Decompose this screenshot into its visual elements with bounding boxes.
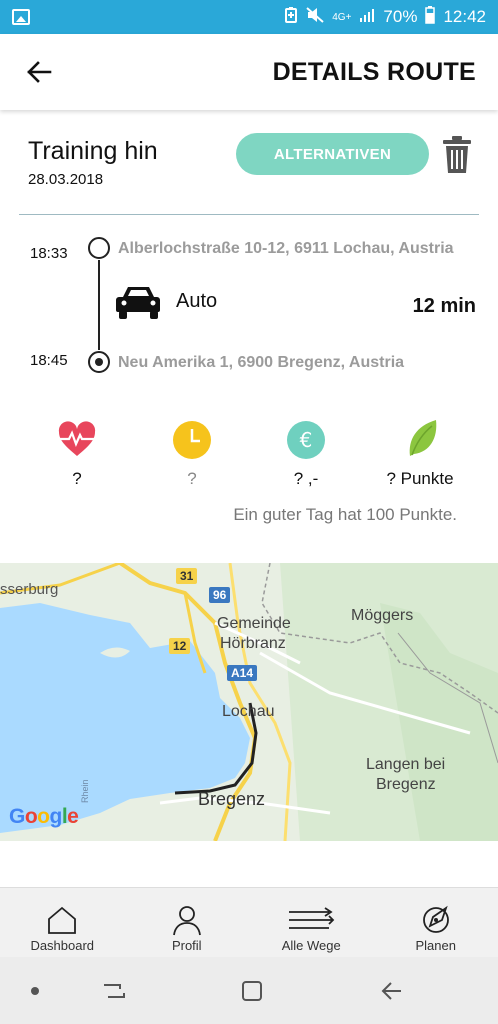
system-back-icon[interactable] xyxy=(375,957,407,1024)
duration: 12 min xyxy=(412,295,476,317)
end-point-icon xyxy=(88,351,110,373)
map-label-lochau: Lochau xyxy=(222,703,275,720)
clock-icon xyxy=(173,421,211,459)
compass-icon xyxy=(422,905,449,933)
end-address: Neu Amerika 1, 6900 Bregenz, Austria xyxy=(118,354,405,371)
start-address: Alberlochstraße 10-12, 6911 Lochau, Aust… xyxy=(118,240,454,257)
map-label-langen: Langen bei xyxy=(366,756,446,773)
mute-icon xyxy=(306,6,324,28)
battery-icon xyxy=(425,5,436,29)
road-shield-96: 96 xyxy=(209,587,231,603)
battery-percent: 70% xyxy=(383,7,418,26)
recent-apps-icon[interactable] xyxy=(98,957,130,1024)
map-label-wasserburg: sserburg xyxy=(0,581,59,598)
map-label-horbranz: Hörbranz xyxy=(220,635,286,652)
start-time: 18:33 xyxy=(30,245,68,262)
nav-alle-wege[interactable]: Alle Wege xyxy=(249,888,374,957)
app-header: DETAILS ROUTE xyxy=(0,34,498,110)
home-button-icon[interactable] xyxy=(236,957,268,1024)
health-value: ? xyxy=(72,469,82,488)
road-shield-a14: A14 xyxy=(227,665,258,681)
google-logo: Google xyxy=(9,805,79,828)
cost-value: ? ,- xyxy=(293,469,319,488)
heart-pulse-icon xyxy=(58,421,96,456)
route-name: Training hin xyxy=(28,137,158,165)
road-shield-31: 31 xyxy=(176,568,198,584)
route-map[interactable]: sserburg Gemeinde Hörbranz Möggers Locha… xyxy=(0,563,498,841)
arrow-left-icon[interactable] xyxy=(24,57,54,87)
routes-icon xyxy=(289,907,335,929)
bottom-navigation: Dashboard Profil Alle Wege Planen xyxy=(0,887,498,957)
svg-text:€: € xyxy=(300,428,313,452)
map-label-bregenz-small: Bregenz xyxy=(376,776,436,793)
nav-profil-label: Profil xyxy=(171,938,202,953)
gallery-notification-icon xyxy=(12,9,30,25)
battery-saver-icon xyxy=(284,6,298,28)
travel-mode: Auto xyxy=(176,290,218,312)
end-time: 18:45 xyxy=(30,352,68,369)
timeline-line xyxy=(98,260,100,350)
start-point-icon xyxy=(88,237,110,259)
network-type: 4G+ xyxy=(332,11,352,23)
map-label-moeggers: Möggers xyxy=(351,607,414,624)
nav-planen[interactable]: Planen xyxy=(374,888,498,957)
time-value: ? xyxy=(187,469,197,488)
clock-time: 12:42 xyxy=(443,7,486,26)
alternatives-button[interactable]: ALTERNATIVEN xyxy=(236,133,429,175)
route-date: 28.03.2018 xyxy=(28,171,104,188)
nav-planen-label: Planen xyxy=(415,938,456,953)
home-icon xyxy=(48,906,77,934)
user-icon xyxy=(172,906,201,936)
map-label-gemeinde: Gemeinde xyxy=(217,615,291,632)
page-title: DETAILS ROUTE xyxy=(272,57,476,86)
nav-dashboard[interactable]: Dashboard xyxy=(0,888,125,957)
car-icon xyxy=(116,287,160,319)
leaf-icon xyxy=(409,420,437,456)
points-hint: Ein guter Tag hat 100 Punkte. xyxy=(233,505,457,524)
points-value: ? Punkte xyxy=(386,469,454,488)
divider xyxy=(19,214,479,215)
status-bar: 4G+ 70% 12:42 xyxy=(0,0,498,34)
euro-icon: € xyxy=(287,421,325,459)
nav-dashboard-label: Dashboard xyxy=(30,938,95,953)
map-label-rhein: Rhein xyxy=(80,779,90,803)
system-navigation-bar xyxy=(0,957,498,1024)
nav-alle-wege-label: Alle Wege xyxy=(281,938,341,953)
road-shield-12: 12 xyxy=(169,638,191,654)
nav-profil[interactable]: Profil xyxy=(125,888,250,957)
trash-icon[interactable] xyxy=(441,135,473,175)
map-label-bregenz: Bregenz xyxy=(198,789,266,809)
dot-icon xyxy=(20,957,50,1024)
signal-icon xyxy=(359,7,375,27)
